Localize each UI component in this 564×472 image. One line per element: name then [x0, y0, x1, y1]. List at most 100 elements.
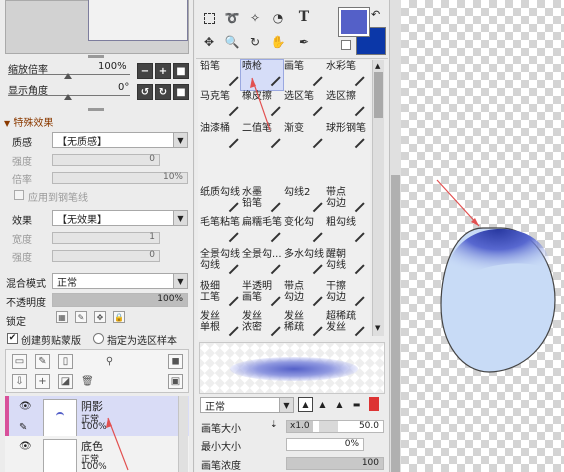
layers-scrollbar[interactable]: [178, 396, 188, 472]
texture-select[interactable]: 【无质感】 ▼: [52, 132, 188, 148]
layer-mask-icon[interactable]: ◼: [168, 354, 183, 369]
brush-cell[interactable]: 画笔: [283, 60, 325, 90]
effect-width-slider[interactable]: 1: [52, 232, 160, 244]
zoom-icon[interactable]: 🔍: [223, 33, 241, 51]
brush-cell[interactable]: 半透明 画笔: [241, 280, 283, 310]
lock-transparency-icon[interactable]: ▦: [56, 311, 68, 323]
special-effects-header[interactable]: ▼ 特殊效果: [4, 114, 53, 129]
brush-cell[interactable]: 纸质勾线: [199, 186, 241, 216]
eyedropper-icon[interactable]: ✒: [295, 33, 313, 51]
panel-resize-grip[interactable]: [88, 108, 104, 111]
brush-blend-select[interactable]: 正常 ▼: [200, 397, 294, 413]
zoom-slider-thumb[interactable]: [64, 73, 72, 79]
rotate-reset-button[interactable]: ■: [173, 84, 189, 100]
scroll-up-icon[interactable]: ▲: [375, 62, 380, 70]
brush-scrollbar[interactable]: ▲ ▼: [372, 60, 384, 336]
shape-flat-icon[interactable]: ▬: [349, 397, 364, 412]
zoom-out-button[interactable]: −: [137, 63, 153, 79]
brush-cell[interactable]: 渐变: [283, 122, 325, 152]
brush-cell[interactable]: 选区笔: [283, 90, 325, 120]
layer-row-base[interactable]: 👁 底色 正常 100%: [5, 436, 189, 472]
effect-intensity-slider[interactable]: 0: [52, 250, 160, 262]
brush-cell-empty[interactable]: [241, 154, 283, 184]
fill-layer-icon[interactable]: ⚲: [102, 354, 117, 369]
visibility-eye-icon[interactable]: 👁: [19, 401, 33, 412]
navigator-resize-grip[interactable]: [88, 55, 104, 58]
magic-wand-icon[interactable]: ✧: [246, 9, 264, 27]
selection-sample-radio[interactable]: [93, 333, 104, 344]
brush-cell[interactable]: 喷枪: [240, 59, 284, 91]
brush-cell-empty[interactable]: [283, 154, 325, 184]
apply-pen-checkbox[interactable]: [14, 190, 24, 200]
brush-cell[interactable]: 多水勾线: [283, 248, 325, 278]
brush-cell[interactable]: 马克笔: [199, 90, 241, 120]
brush-cell-empty[interactable]: [199, 154, 241, 184]
clear-layer-icon[interactable]: ◪: [58, 374, 73, 389]
brush-cell[interactable]: 油漆桶: [199, 122, 241, 152]
min-size-slider[interactable]: 0%: [286, 438, 364, 451]
texture-scale-slider[interactable]: 10%: [52, 172, 188, 184]
brush-cell[interactable]: 发丝 稀疏: [283, 310, 325, 340]
angle-slider-thumb[interactable]: [64, 94, 72, 100]
fill-bucket-icon[interactable]: ◔: [269, 9, 287, 27]
lock-draw-icon[interactable]: ✎: [75, 311, 87, 323]
layer-duplicate-icon[interactable]: ▣: [168, 374, 183, 389]
new-linework-layer-icon[interactable]: ✎: [35, 354, 50, 369]
brush-cell[interactable]: 铅笔: [199, 60, 241, 90]
lock-move-icon[interactable]: ✥: [94, 311, 106, 323]
brush-shape-selector[interactable]: ▲ ▲ ▲ ▬: [298, 397, 384, 413]
brush-cell[interactable]: 极细 工笔: [199, 280, 241, 310]
brush-cell[interactable]: 变化勾: [283, 216, 325, 246]
brush-cell[interactable]: 带点 勾边: [283, 280, 325, 310]
brush-cell[interactable]: 全景勾线 勾线: [199, 248, 241, 278]
reset-colors-icon[interactable]: [341, 40, 351, 50]
shape-round-icon[interactable]: ▲: [332, 397, 347, 412]
lock-all-icon[interactable]: 🔒: [113, 311, 125, 323]
brush-cell[interactable]: 毛笔粘笔: [199, 216, 241, 246]
hand-icon[interactable]: ✋: [269, 33, 287, 51]
brush-cell[interactable]: 带点 勾边: [325, 186, 367, 216]
canvas-scrollbar[interactable]: [389, 0, 401, 472]
shape-tri-icon[interactable]: ▲: [315, 397, 330, 412]
zoom-reset-button[interactable]: ■: [173, 63, 189, 79]
scroll-down-icon[interactable]: ▼: [375, 324, 380, 332]
brush-size-slider[interactable]: x1.0 50.0: [286, 420, 384, 433]
brush-cell-empty[interactable]: [325, 154, 367, 184]
swap-colors-icon[interactable]: ↶: [371, 8, 380, 21]
move-icon[interactable]: ✥: [200, 33, 218, 51]
text-icon[interactable]: T: [295, 8, 313, 26]
brush-size-stepper-icon[interactable]: ⇣: [270, 420, 278, 430]
texture-strength-slider[interactable]: 0: [52, 154, 160, 166]
brush-cell[interactable]: 橡皮擦: [241, 90, 283, 120]
brush-cell[interactable]: 水墨 铅笔: [241, 186, 283, 216]
canvas[interactable]: [401, 0, 564, 472]
brush-cell[interactable]: 球形钢笔: [325, 122, 367, 152]
brush-cell[interactable]: 水彩笔: [325, 60, 367, 90]
rotate-right-button[interactable]: ↻: [155, 84, 171, 100]
lasso-icon[interactable]: ➰: [223, 9, 241, 27]
clip-checkbox[interactable]: ✔: [7, 333, 18, 344]
add-layer-icon[interactable]: +: [35, 374, 50, 389]
navigator-preview[interactable]: [5, 0, 189, 54]
brush-size-multiplier[interactable]: x1.0: [287, 421, 313, 432]
shape-color-icon[interactable]: [369, 397, 379, 411]
brush-cell[interactable]: 超稀疏 发丝: [325, 310, 367, 340]
opacity-slider[interactable]: 100%: [52, 293, 188, 307]
rect-select-icon[interactable]: [200, 9, 218, 27]
scroll-thumb[interactable]: [374, 72, 383, 118]
brush-cell[interactable]: 发丝 浓密: [241, 310, 283, 340]
shape-tri-active-icon[interactable]: ▲: [298, 397, 313, 412]
merge-down-icon[interactable]: ⇩: [12, 374, 27, 389]
delete-layer-icon[interactable]: 🗑: [80, 374, 95, 389]
brush-cell[interactable]: 醒朝 勾线: [325, 248, 367, 278]
rotate-icon[interactable]: ↻: [246, 33, 264, 51]
canvas-scroll-thumb[interactable]: [391, 175, 400, 472]
visibility-eye-icon[interactable]: 👁: [19, 441, 33, 452]
brush-cell[interactable]: 粗勾线: [325, 216, 367, 246]
brush-cell[interactable]: 勾线2: [283, 186, 325, 216]
brush-cell[interactable]: 发丝 单根: [199, 310, 241, 340]
brush-cell[interactable]: 干擦 勾边: [325, 280, 367, 310]
density-slider[interactable]: 100: [286, 457, 384, 470]
brush-cell[interactable]: 选区擦: [325, 90, 367, 120]
effect-select[interactable]: 【无效果】 ▼: [52, 210, 188, 226]
